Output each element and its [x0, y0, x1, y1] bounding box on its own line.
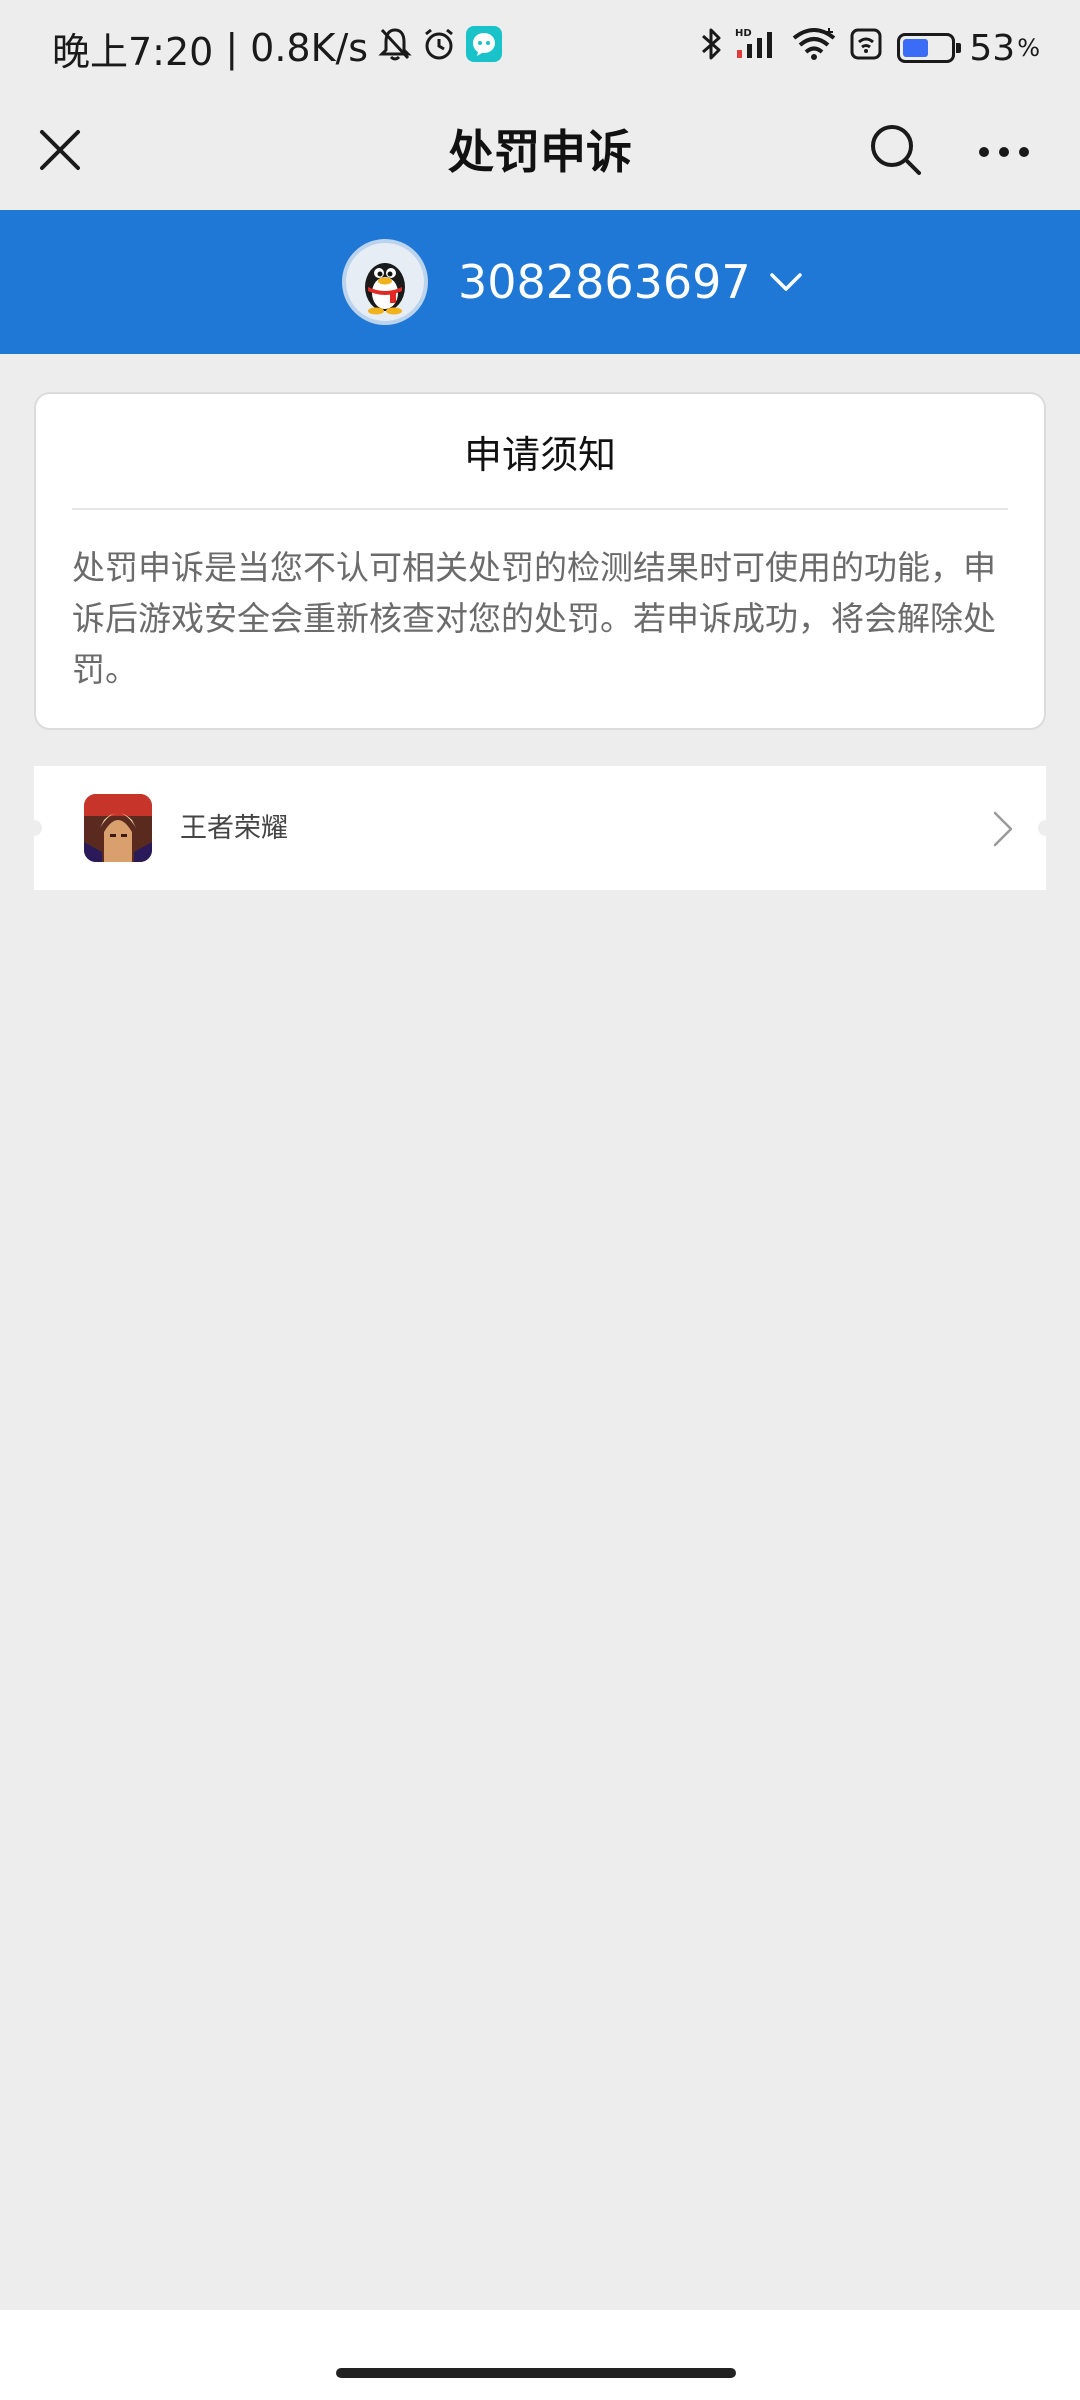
- more-icon: [978, 143, 1030, 162]
- game-icon: [84, 794, 152, 862]
- home-indicator[interactable]: [336, 2368, 736, 2378]
- chevron-down-icon: [769, 271, 803, 293]
- bottom-bar: [0, 2310, 1080, 2400]
- battery-percent-sign: %: [1017, 34, 1040, 62]
- nav-bar: 处罚申诉: [0, 96, 1080, 210]
- search-icon: [868, 122, 924, 182]
- notice-card: 申请须知 处罚申诉是当您不认可相关处罚的检测结果时可使用的功能，申诉后游戏安全会…: [34, 392, 1046, 730]
- status-right: HD 53 %: [687, 20, 1040, 76]
- more-button[interactable]: [970, 118, 1038, 186]
- row-notch-left: [26, 820, 42, 836]
- chevron-right-icon: [992, 810, 1014, 852]
- status-left: 晚上7:20 | 0.8K/s: [52, 20, 503, 76]
- mute-icon: [378, 26, 412, 71]
- qq-penguin-avatar: [365, 263, 405, 315]
- wifi-icon: [791, 26, 837, 71]
- account-id: 3082863697: [458, 255, 751, 309]
- row-notch-right: [1038, 820, 1054, 836]
- alarm-icon: [422, 26, 456, 71]
- notice-divider: [72, 508, 1008, 510]
- svg-text:HD: HD: [735, 28, 752, 39]
- battery-percent: 53: [969, 27, 1016, 69]
- hd-signal-icon: HD: [735, 26, 779, 71]
- account-bar: 3082863697: [0, 210, 1080, 354]
- search-button[interactable]: [862, 118, 930, 186]
- status-time: 晚上7:20: [52, 29, 214, 74]
- nfc-icon: [849, 26, 883, 71]
- status-net-speed: 0.8K/s: [250, 26, 369, 70]
- chat-app-icon: [466, 25, 503, 71]
- bluetooth-icon: [699, 26, 723, 71]
- battery-fill: [903, 39, 928, 57]
- notice-title: 申请须知: [463, 433, 616, 477]
- game-name: 王者荣耀: [180, 813, 288, 844]
- notice-body: 处罚申诉是当您不认可相关处罚的检测结果时可使用的功能，申诉后游戏安全会重新核查对…: [72, 548, 996, 689]
- status-bar: 晚上7:20 | 0.8K/s HD 53 %: [0, 0, 1080, 96]
- status-separator: |: [225, 26, 239, 70]
- game-list-item[interactable]: 王者荣耀: [26, 766, 1054, 890]
- avatar: [342, 239, 428, 325]
- account-switcher[interactable]: 3082863697: [342, 238, 803, 326]
- battery-icon: [897, 33, 962, 63]
